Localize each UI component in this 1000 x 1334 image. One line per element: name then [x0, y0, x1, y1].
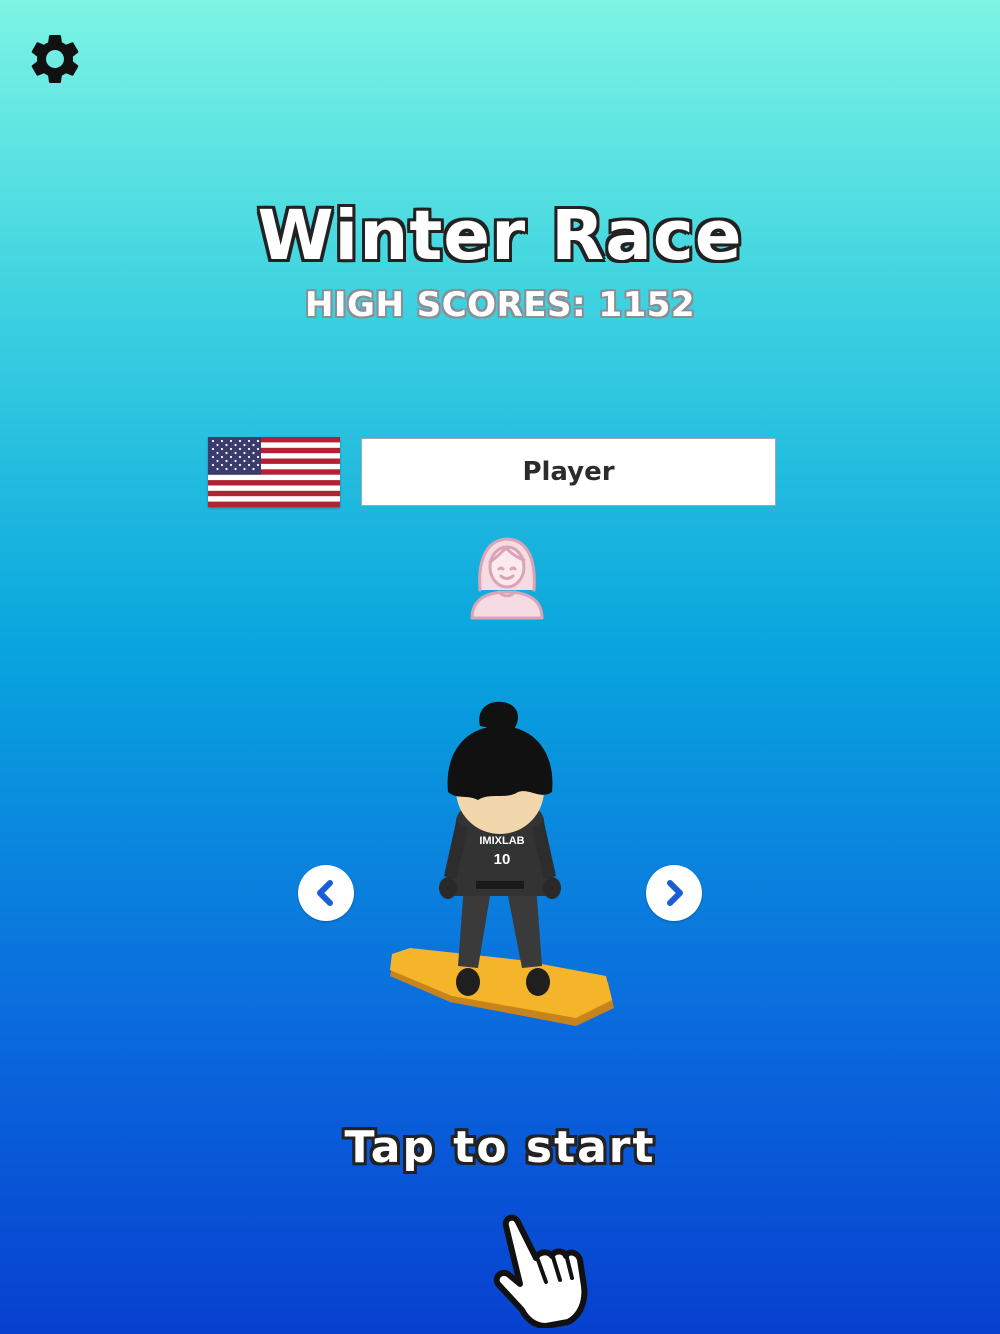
us-flag-icon	[208, 437, 340, 507]
pointing-hand-icon	[490, 1210, 590, 1329]
female-avatar-icon	[470, 537, 544, 620]
jersey-brand: IMIXLAB	[479, 835, 524, 847]
snowboard	[390, 948, 614, 1026]
chevron-right-icon	[667, 880, 683, 906]
high-scores-label: HIGH SCORES: 1152	[304, 285, 696, 325]
avatar-select-button[interactable]	[466, 534, 548, 620]
country-flag-button[interactable]	[208, 437, 340, 507]
player-name-input[interactable]: Player	[361, 438, 776, 506]
jersey-number: 10	[494, 851, 511, 868]
chevron-left-icon	[317, 880, 333, 906]
snowboarder-character: IMIXLAB 10	[380, 696, 620, 1036]
settings-button[interactable]	[23, 27, 87, 91]
next-character-button[interactable]	[646, 865, 702, 921]
previous-character-button[interactable]	[298, 865, 354, 921]
tap-to-start-label[interactable]: Tap to start	[0, 1122, 1000, 1173]
gear-icon	[31, 34, 79, 83]
game-title: Winter Race	[257, 196, 743, 276]
